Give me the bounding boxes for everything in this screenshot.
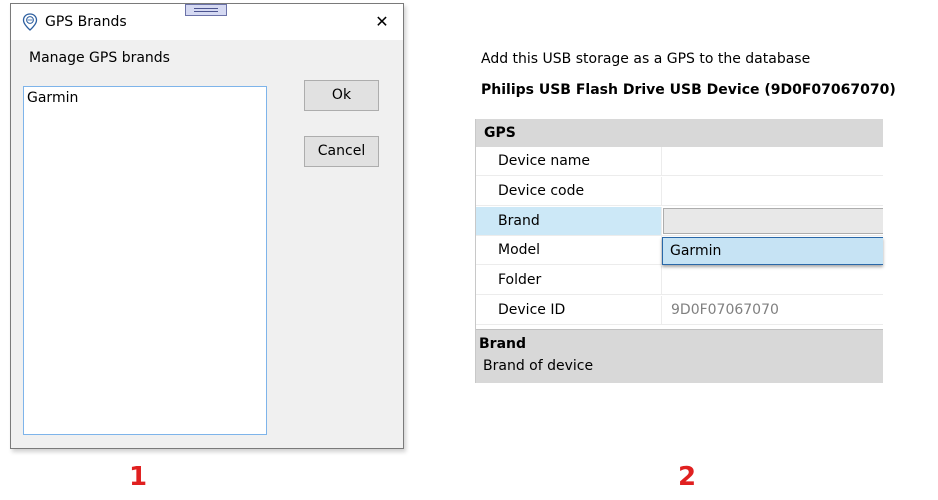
help-title: Brand xyxy=(479,336,527,352)
property-value[interactable] xyxy=(663,177,883,205)
brand-list[interactable]: Garmin xyxy=(23,86,267,435)
cancel-button[interactable]: Cancel xyxy=(304,136,379,167)
property-row-folder[interactable]: Folder xyxy=(476,266,883,295)
help-panel: Brand Brand of device xyxy=(476,329,883,383)
intro-text: Add this USB storage as a GPS to the dat… xyxy=(481,51,811,67)
dialog-subtitle: Manage GPS brands xyxy=(29,50,170,66)
panel-number-1: 1 xyxy=(129,462,148,492)
ok-button[interactable]: Ok xyxy=(304,80,379,111)
property-row-brand[interactable]: Brand xyxy=(476,207,883,236)
brand-combobox[interactable] xyxy=(663,208,883,234)
dialog-title: GPS Brands xyxy=(45,14,127,30)
panel-number-2: 2 xyxy=(678,462,697,492)
list-item[interactable]: Garmin xyxy=(24,87,266,109)
help-description: Brand of device xyxy=(483,358,594,374)
property-row-device-id[interactable]: Device ID 9D0F07067070 xyxy=(476,296,883,325)
property-label: Device code xyxy=(476,177,662,205)
category-header-gps[interactable]: GPS xyxy=(476,119,883,147)
brand-dropdown-list[interactable]: Garmin xyxy=(662,237,883,265)
close-icon[interactable]: ✕ xyxy=(361,4,403,40)
gps-brands-dialog: GPS Brands ✕ Manage GPS brands Garmin Ok… xyxy=(10,3,404,449)
property-value[interactable] xyxy=(663,147,883,175)
gps-pin-icon xyxy=(22,13,38,31)
drag-handle[interactable] xyxy=(185,4,227,16)
property-row-device-name[interactable]: Device name xyxy=(476,147,883,176)
dropdown-option[interactable]: Garmin xyxy=(663,238,883,264)
property-label: Brand xyxy=(476,207,662,235)
property-label: Model xyxy=(476,236,662,264)
property-label: Folder xyxy=(476,266,662,294)
property-label: Device name xyxy=(476,147,662,175)
property-row-device-code[interactable]: Device code xyxy=(476,177,883,206)
property-value: 9D0F07067070 xyxy=(671,302,779,318)
property-label: Device ID xyxy=(476,296,662,324)
device-title: Philips USB Flash Drive USB Device (9D0F… xyxy=(481,82,896,98)
property-value[interactable] xyxy=(663,266,883,294)
